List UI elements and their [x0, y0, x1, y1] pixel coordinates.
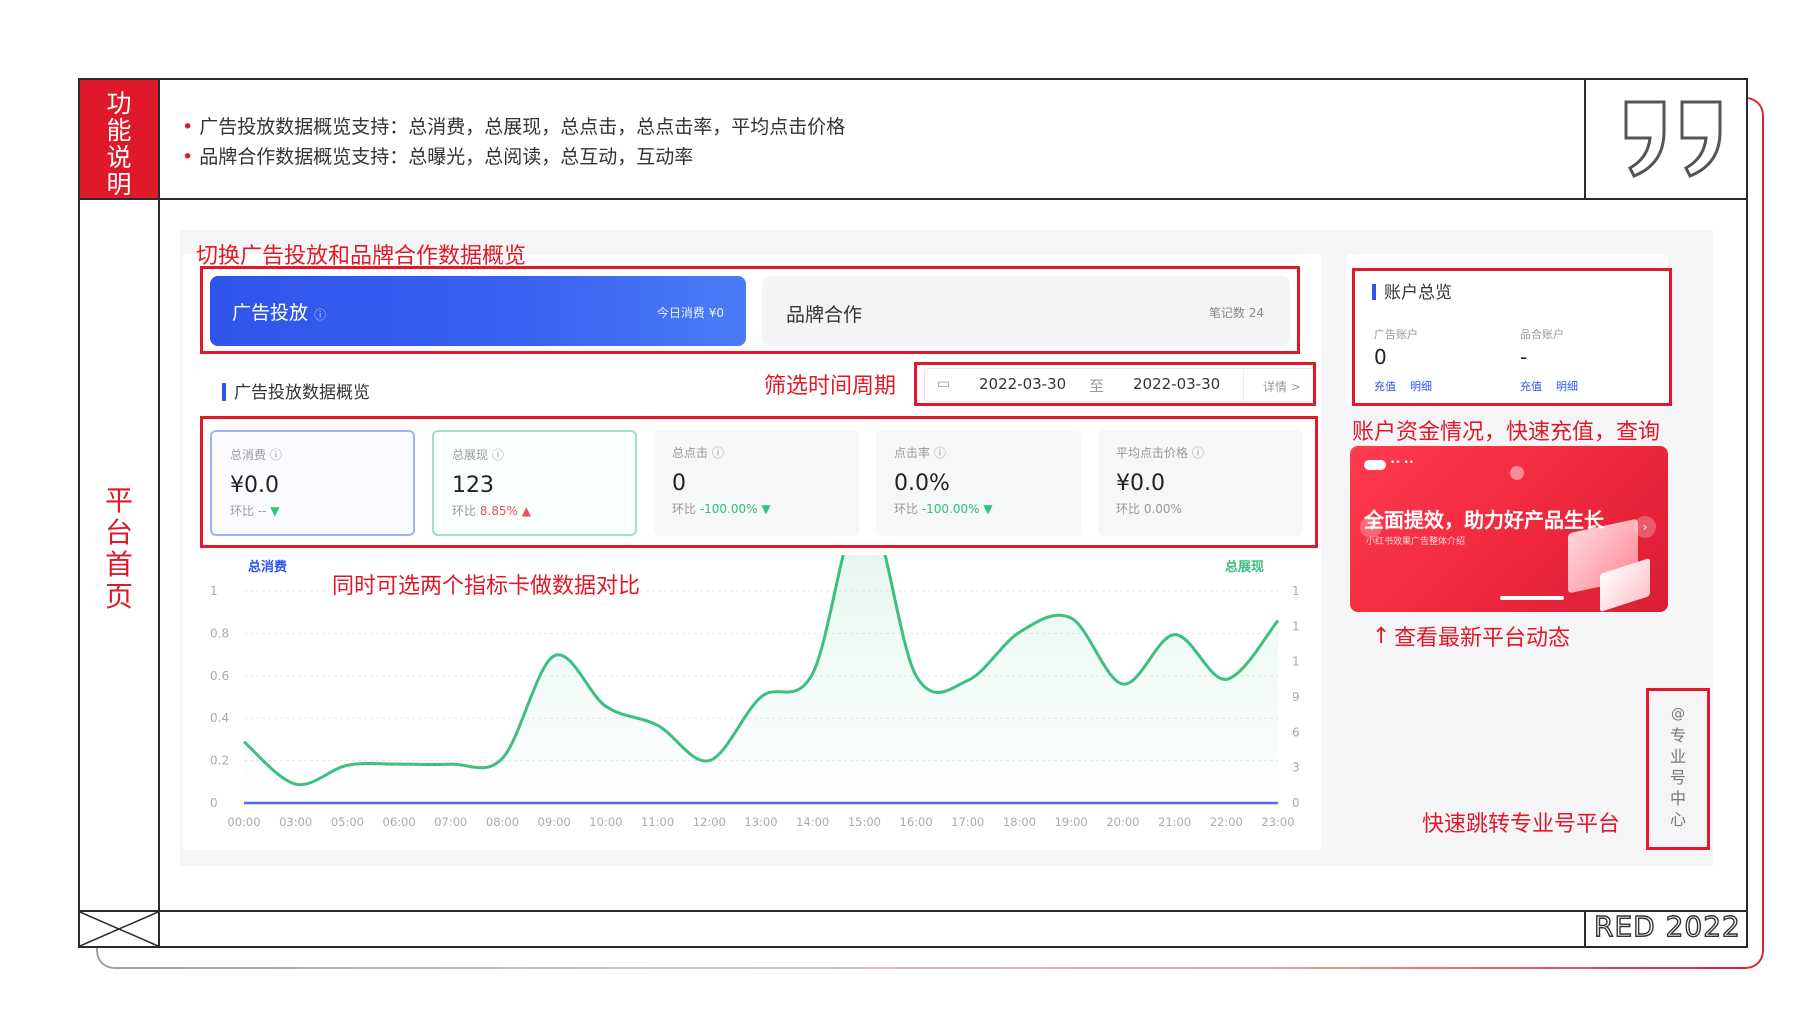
highlight-metric-cards	[200, 416, 1318, 548]
x-tick-label: 06:00	[383, 815, 416, 829]
highlight-tabs	[200, 266, 1300, 354]
x-tick-label: 14:00	[796, 815, 829, 829]
label-char: 中	[1669, 789, 1686, 808]
label-char: 明	[106, 170, 132, 199]
left-axis-ticks: 0 0.2 0.4 0.6 0.8 1	[210, 584, 229, 810]
x-tick-label: 07:00	[434, 815, 467, 829]
x-tick-label: 22:00	[1210, 815, 1243, 829]
x-tick-label: 05:00	[331, 815, 364, 829]
corner-cross-decoration	[80, 912, 158, 946]
label-char: 业	[1669, 747, 1686, 766]
label-char: 台	[104, 516, 133, 549]
x-tick-label: 10:00	[589, 815, 622, 829]
right-tick-label: 6	[1292, 725, 1300, 739]
right-tick-label: 0	[1292, 796, 1300, 810]
right-tick-label: 12	[1292, 655, 1300, 669]
brand-logo	[1364, 460, 1386, 470]
carousel-prev-icon[interactable]: ‹	[1360, 516, 1382, 538]
x-tick-label: 08:00	[486, 815, 519, 829]
label-char: 心	[1669, 810, 1686, 829]
decor-ball	[1510, 466, 1524, 480]
right-axis-ticks: 0 3 6 9 12 15 18	[1292, 584, 1300, 810]
chart-right-legend: 总展现	[1225, 559, 1264, 575]
left-tick-label: 0.8	[210, 626, 229, 640]
left-tick-label: 0	[210, 796, 218, 810]
footer-divider	[80, 910, 1748, 912]
x-tick-label: 23:00	[1261, 815, 1294, 829]
carousel-next-icon[interactable]: ›	[1634, 516, 1656, 538]
quote-divider	[1584, 80, 1586, 198]
highlight-date-filter	[914, 362, 1316, 406]
annotation-account-funds: 账户资金情况，快速充值，查询	[1352, 420, 1661, 445]
x-tick-label: 21:00	[1158, 815, 1191, 829]
chart-left-legend: 总消费	[248, 559, 287, 575]
x-tick-label: 15:00	[848, 815, 881, 829]
left-tick-label: 0.2	[210, 754, 229, 768]
x-tick-label: 20:00	[1106, 815, 1139, 829]
banner-title: 全面提效，助力好产品生长	[1364, 508, 1604, 532]
label-char: 专	[1669, 726, 1686, 745]
sidebar-divider	[158, 80, 160, 946]
x-tick-label: 13:00	[744, 815, 777, 829]
right-tick-label: 9	[1292, 690, 1300, 704]
x-tick-label: 03:00	[279, 815, 312, 829]
x-axis-ticks: 00:00 03:00 05:00 06:00 07:00 08:00 09:00 10:00…	[227, 815, 1294, 829]
annotation-pro-jump: 快速跳转专业号平台	[1422, 812, 1621, 837]
x-tick-label: 09:00	[538, 815, 571, 829]
x-tick-label: 17:00	[951, 815, 984, 829]
left-tick-label: 1	[210, 584, 218, 598]
label-char: 页	[104, 580, 133, 613]
brand-year-label: RED 2022	[1593, 909, 1741, 943]
label-char: 平	[104, 484, 133, 517]
overview-title: 广告投放数据概览	[222, 378, 370, 403]
right-tick-label: 3	[1292, 761, 1300, 775]
carousel-indicator[interactable]	[1500, 596, 1564, 600]
footer-year-divider	[1584, 912, 1586, 946]
annotation-latest-news: 查看最新平台动态	[1394, 626, 1571, 651]
annotation-compare-cards: 同时可选两个指标卡做数据对比	[332, 574, 641, 599]
news-banner-carousel[interactable]: •• •• 全面提效，助力好产品生长 小红书效果广告整体介绍 ‹ ›	[1350, 446, 1668, 612]
right-tick-label: 18	[1292, 584, 1300, 598]
at-icon: @	[1671, 706, 1685, 722]
left-tick-label: 0.4	[210, 711, 229, 725]
feature-description-label: 功 能 说 明	[80, 80, 158, 198]
pro-center-label[interactable]: @ 专 业 号 中 心	[1668, 704, 1688, 830]
highlight-account	[1352, 268, 1672, 406]
annotation-filter-period: 筛选时间周期	[764, 374, 897, 399]
logo-dots: •• ••	[1390, 458, 1415, 468]
banner-subtitle: 小红书效果广告整体介绍	[1366, 537, 1466, 547]
left-tick-label: 0.6	[210, 669, 229, 683]
label-char: 首	[104, 548, 133, 581]
label-char: 说	[106, 143, 132, 172]
right-tick-label: 15	[1292, 619, 1300, 633]
x-tick-label: 19:00	[1055, 815, 1088, 829]
quote-mark-icon	[1624, 100, 1722, 178]
platform-home-label: 平 台 首 页	[80, 485, 158, 613]
label-char: 能	[106, 116, 132, 145]
x-tick-label: 00:00	[227, 815, 260, 829]
x-tick-label: 11:00	[641, 815, 674, 829]
x-tick-label: 12:00	[693, 815, 726, 829]
feature-bullet-brand: 品牌合作数据概览支持：总曝光，总阅读，总互动，互动率	[182, 142, 693, 169]
x-tick-label: 18:00	[1003, 815, 1036, 829]
feature-bullet-ad: 广告投放数据概览支持：总消费，总展现，总点击，总点击率，平均点击价格	[182, 112, 845, 139]
label-char: 功	[106, 89, 132, 118]
arrow-up-icon: ↑	[1372, 624, 1391, 649]
x-tick-label: 16:00	[900, 815, 933, 829]
header-divider	[80, 198, 1748, 200]
label-char: 号	[1669, 768, 1686, 787]
